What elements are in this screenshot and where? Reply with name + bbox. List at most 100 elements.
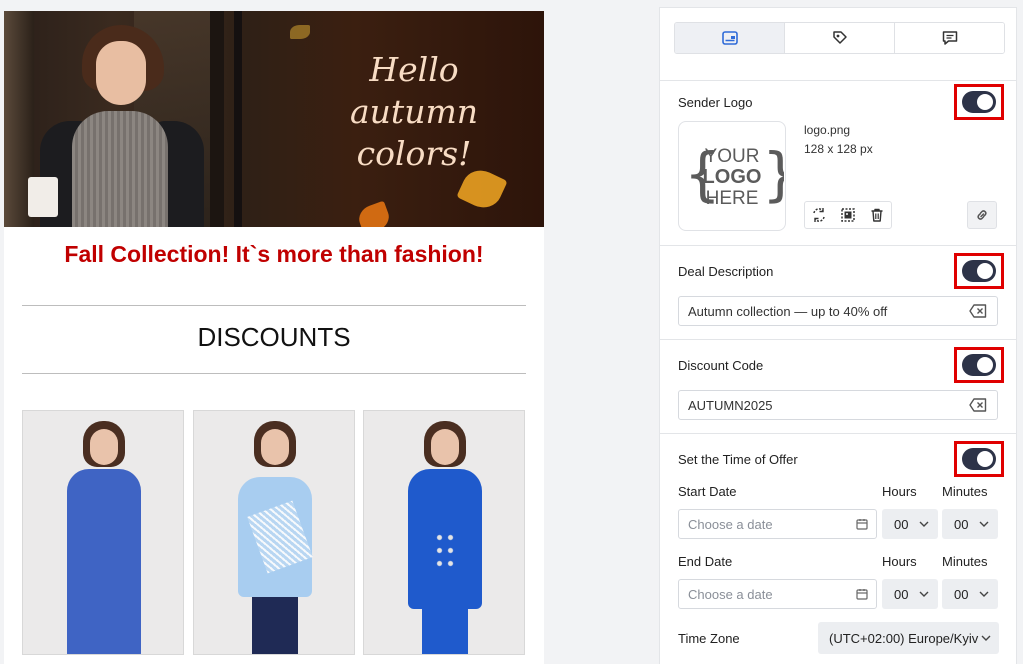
chevron-down-icon <box>979 521 989 527</box>
clear-input-icon[interactable] <box>969 398 987 412</box>
email-preview: Hello autumn colors! Fall Collection! It… <box>4 11 544 664</box>
tab-messages[interactable] <box>895 23 1004 53</box>
start-date-input[interactable]: Choose a date <box>678 509 877 539</box>
section-title: DISCOUNTS <box>197 322 351 352</box>
divider <box>22 373 526 374</box>
message-icon <box>942 31 957 45</box>
logo-text-line: HERE <box>706 188 759 209</box>
start-date-label: Start Date <box>678 484 737 499</box>
calendar-icon <box>856 519 868 530</box>
logo-link-button[interactable] <box>967 201 997 229</box>
sender-logo-label: Sender Logo <box>678 95 753 110</box>
end-hours-label: Hours <box>882 554 917 569</box>
discount-code-input[interactable]: AUTUMN2025 <box>678 390 998 420</box>
toggle-knob <box>977 451 993 467</box>
logo-text-line: LOGO <box>703 166 762 188</box>
content-icon <box>721 31 738 45</box>
product-card[interactable] <box>363 410 525 655</box>
time-of-offer-toggle-highlight <box>954 441 1004 477</box>
tab-content[interactable] <box>675 23 785 53</box>
logo-file-name: logo.png <box>804 123 851 137</box>
settings-panel: Sender Logo { } YOUR LOGO HERE logo.png … <box>659 7 1017 664</box>
product-image <box>90 429 118 465</box>
discount-code-label: Discount Code <box>678 358 764 373</box>
logo-text-line: YOUR <box>705 146 760 167</box>
timezone-label: Time Zone <box>678 631 740 646</box>
start-date-placeholder: Choose a date <box>688 516 773 532</box>
discount-code-toggle[interactable] <box>962 354 996 376</box>
calendar-icon <box>856 589 868 600</box>
link-icon <box>977 210 987 220</box>
replace-logo-button[interactable] <box>805 202 834 228</box>
delete-logo-button[interactable] <box>862 202 891 228</box>
deal-description-toggle-highlight <box>954 253 1004 289</box>
deal-description-input[interactable]: Autumn collection — up to 40% off <box>678 296 998 326</box>
crop-logo-button[interactable] <box>834 202 863 228</box>
replace-icon <box>813 208 826 222</box>
product-image <box>67 469 141 654</box>
hero-coffee-cup <box>28 177 58 217</box>
end-hours-value: 00 <box>894 586 909 602</box>
crop-image-icon <box>841 208 855 222</box>
end-minutes-value: 00 <box>954 586 969 602</box>
hero-model-sweater <box>72 111 168 227</box>
panel-tabs <box>674 22 1005 54</box>
trash-icon <box>871 208 883 222</box>
toggle-knob <box>977 94 993 110</box>
sender-logo-section: Sender Logo { } YOUR LOGO HERE logo.png … <box>660 80 1016 245</box>
end-date-label: End Date <box>678 554 733 569</box>
clear-input-icon[interactable] <box>969 304 987 318</box>
email-headline: Fall Collection! It`s more than fashion! <box>64 241 484 267</box>
deal-description-toggle[interactable] <box>962 260 996 282</box>
toggle-knob <box>977 357 993 373</box>
discount-code-section: Discount Code AUTUMN2025 <box>660 339 1016 433</box>
product-image <box>252 593 298 654</box>
deal-description-section: Deal Description Autumn collection — up … <box>660 245 1016 339</box>
autumn-leaf-icon <box>290 25 310 39</box>
toggle-knob <box>977 263 993 279</box>
product-image <box>422 607 468 654</box>
hero-banner: Hello autumn colors! <box>4 11 544 227</box>
discount-code-toggle-highlight <box>954 347 1004 383</box>
time-of-offer-toggle[interactable] <box>962 448 996 470</box>
start-hours-select[interactable]: 00 <box>882 509 938 539</box>
product-image <box>431 429 459 465</box>
chevron-down-icon <box>919 521 929 527</box>
start-minutes-select[interactable]: 00 <box>942 509 998 539</box>
end-date-input[interactable]: Choose a date <box>678 579 877 609</box>
tab-style[interactable] <box>785 23 895 53</box>
editor-screen: Hello autumn colors! Fall Collection! It… <box>0 0 1023 664</box>
end-hours-select[interactable]: 00 <box>882 579 938 609</box>
hero-door-frame <box>234 11 242 227</box>
chevron-down-icon <box>981 635 991 641</box>
divider <box>22 305 526 306</box>
chevron-down-icon <box>979 591 989 597</box>
time-of-offer-section: Set the Time of Offer Start Date Hours M… <box>660 433 1016 664</box>
hero-text: Hello autumn colors! <box>350 50 478 173</box>
style-icon <box>832 31 847 44</box>
deal-description-value: Autumn collection — up to 40% off <box>688 303 888 319</box>
end-minutes-label: Minutes <box>942 554 988 569</box>
product-image <box>261 429 289 465</box>
end-minutes-select[interactable]: 00 <box>942 579 998 609</box>
hero-door-frame <box>210 11 224 227</box>
autumn-leaf-icon <box>355 200 393 227</box>
discount-code-value: AUTUMN2025 <box>688 397 773 413</box>
logo-file-size: 128 x 128 px <box>804 142 873 156</box>
sender-logo-toggle[interactable] <box>962 91 996 113</box>
sender-logo-toggle-highlight <box>954 84 1004 120</box>
end-date-placeholder: Choose a date <box>688 586 773 602</box>
product-card[interactable] <box>22 410 184 655</box>
start-minutes-label: Minutes <box>942 484 988 499</box>
hero-model-face <box>96 41 146 105</box>
timezone-value: (UTC+02:00) Europe/Kyiv <box>829 630 979 646</box>
start-minutes-value: 00 <box>954 516 969 532</box>
start-hours-value: 00 <box>894 516 909 532</box>
timezone-select[interactable]: (UTC+02:00) Europe/Kyiv <box>818 622 999 654</box>
product-card[interactable] <box>193 410 355 655</box>
svg-text:}: } <box>762 140 784 208</box>
start-hours-label: Hours <box>882 484 917 499</box>
chevron-down-icon <box>919 591 929 597</box>
logo-placeholder-image: { } YOUR LOGO HERE <box>684 140 784 209</box>
logo-preview: { } YOUR LOGO HERE <box>678 121 786 231</box>
